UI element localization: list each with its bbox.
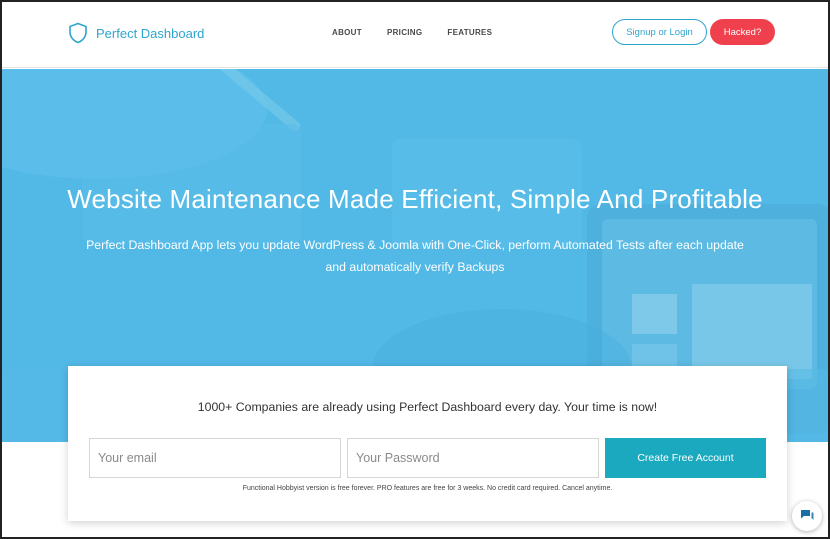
hero-subtitle-line-2: and automatically verify Backups [325, 260, 505, 274]
password-input[interactable] [347, 438, 599, 478]
signup-login-button[interactable]: Signup or Login [612, 19, 707, 45]
create-free-account-button[interactable]: Create Free Account [605, 438, 766, 478]
nav-about[interactable]: ABOUT [332, 28, 362, 37]
signup-fine-print: Functional Hobbyist version is free fore… [242, 485, 613, 492]
site-header: Perfect Dashboard ABOUT PRICING FEATURES… [2, 2, 828, 68]
email-input[interactable] [89, 438, 341, 478]
nav-pricing[interactable]: PRICING [387, 28, 422, 37]
chat-widget-button[interactable] [792, 501, 822, 531]
main-nav: ABOUT PRICING FEATURES [332, 28, 517, 37]
nav-features[interactable]: FEATURES [447, 28, 492, 37]
signup-headline: 1000+ Companies are already using Perfec… [197, 400, 658, 414]
signup-card: 1000+ Companies are already using Perfec… [68, 366, 787, 521]
hacked-button[interactable]: Hacked? [710, 19, 775, 45]
hero-subtitle-line-1: Perfect Dashboard App lets you update Wo… [86, 238, 744, 252]
hero-subtitle: Perfect Dashboard App lets you update Wo… [62, 234, 768, 278]
chat-icon [801, 510, 814, 520]
hero-title: Website Maintenance Made Efficient, Simp… [67, 184, 763, 214]
brand-name: Perfect Dashboard [96, 25, 205, 41]
brand-logo[interactable]: Perfect Dashboard [68, 22, 204, 44]
shield-icon [69, 22, 87, 44]
